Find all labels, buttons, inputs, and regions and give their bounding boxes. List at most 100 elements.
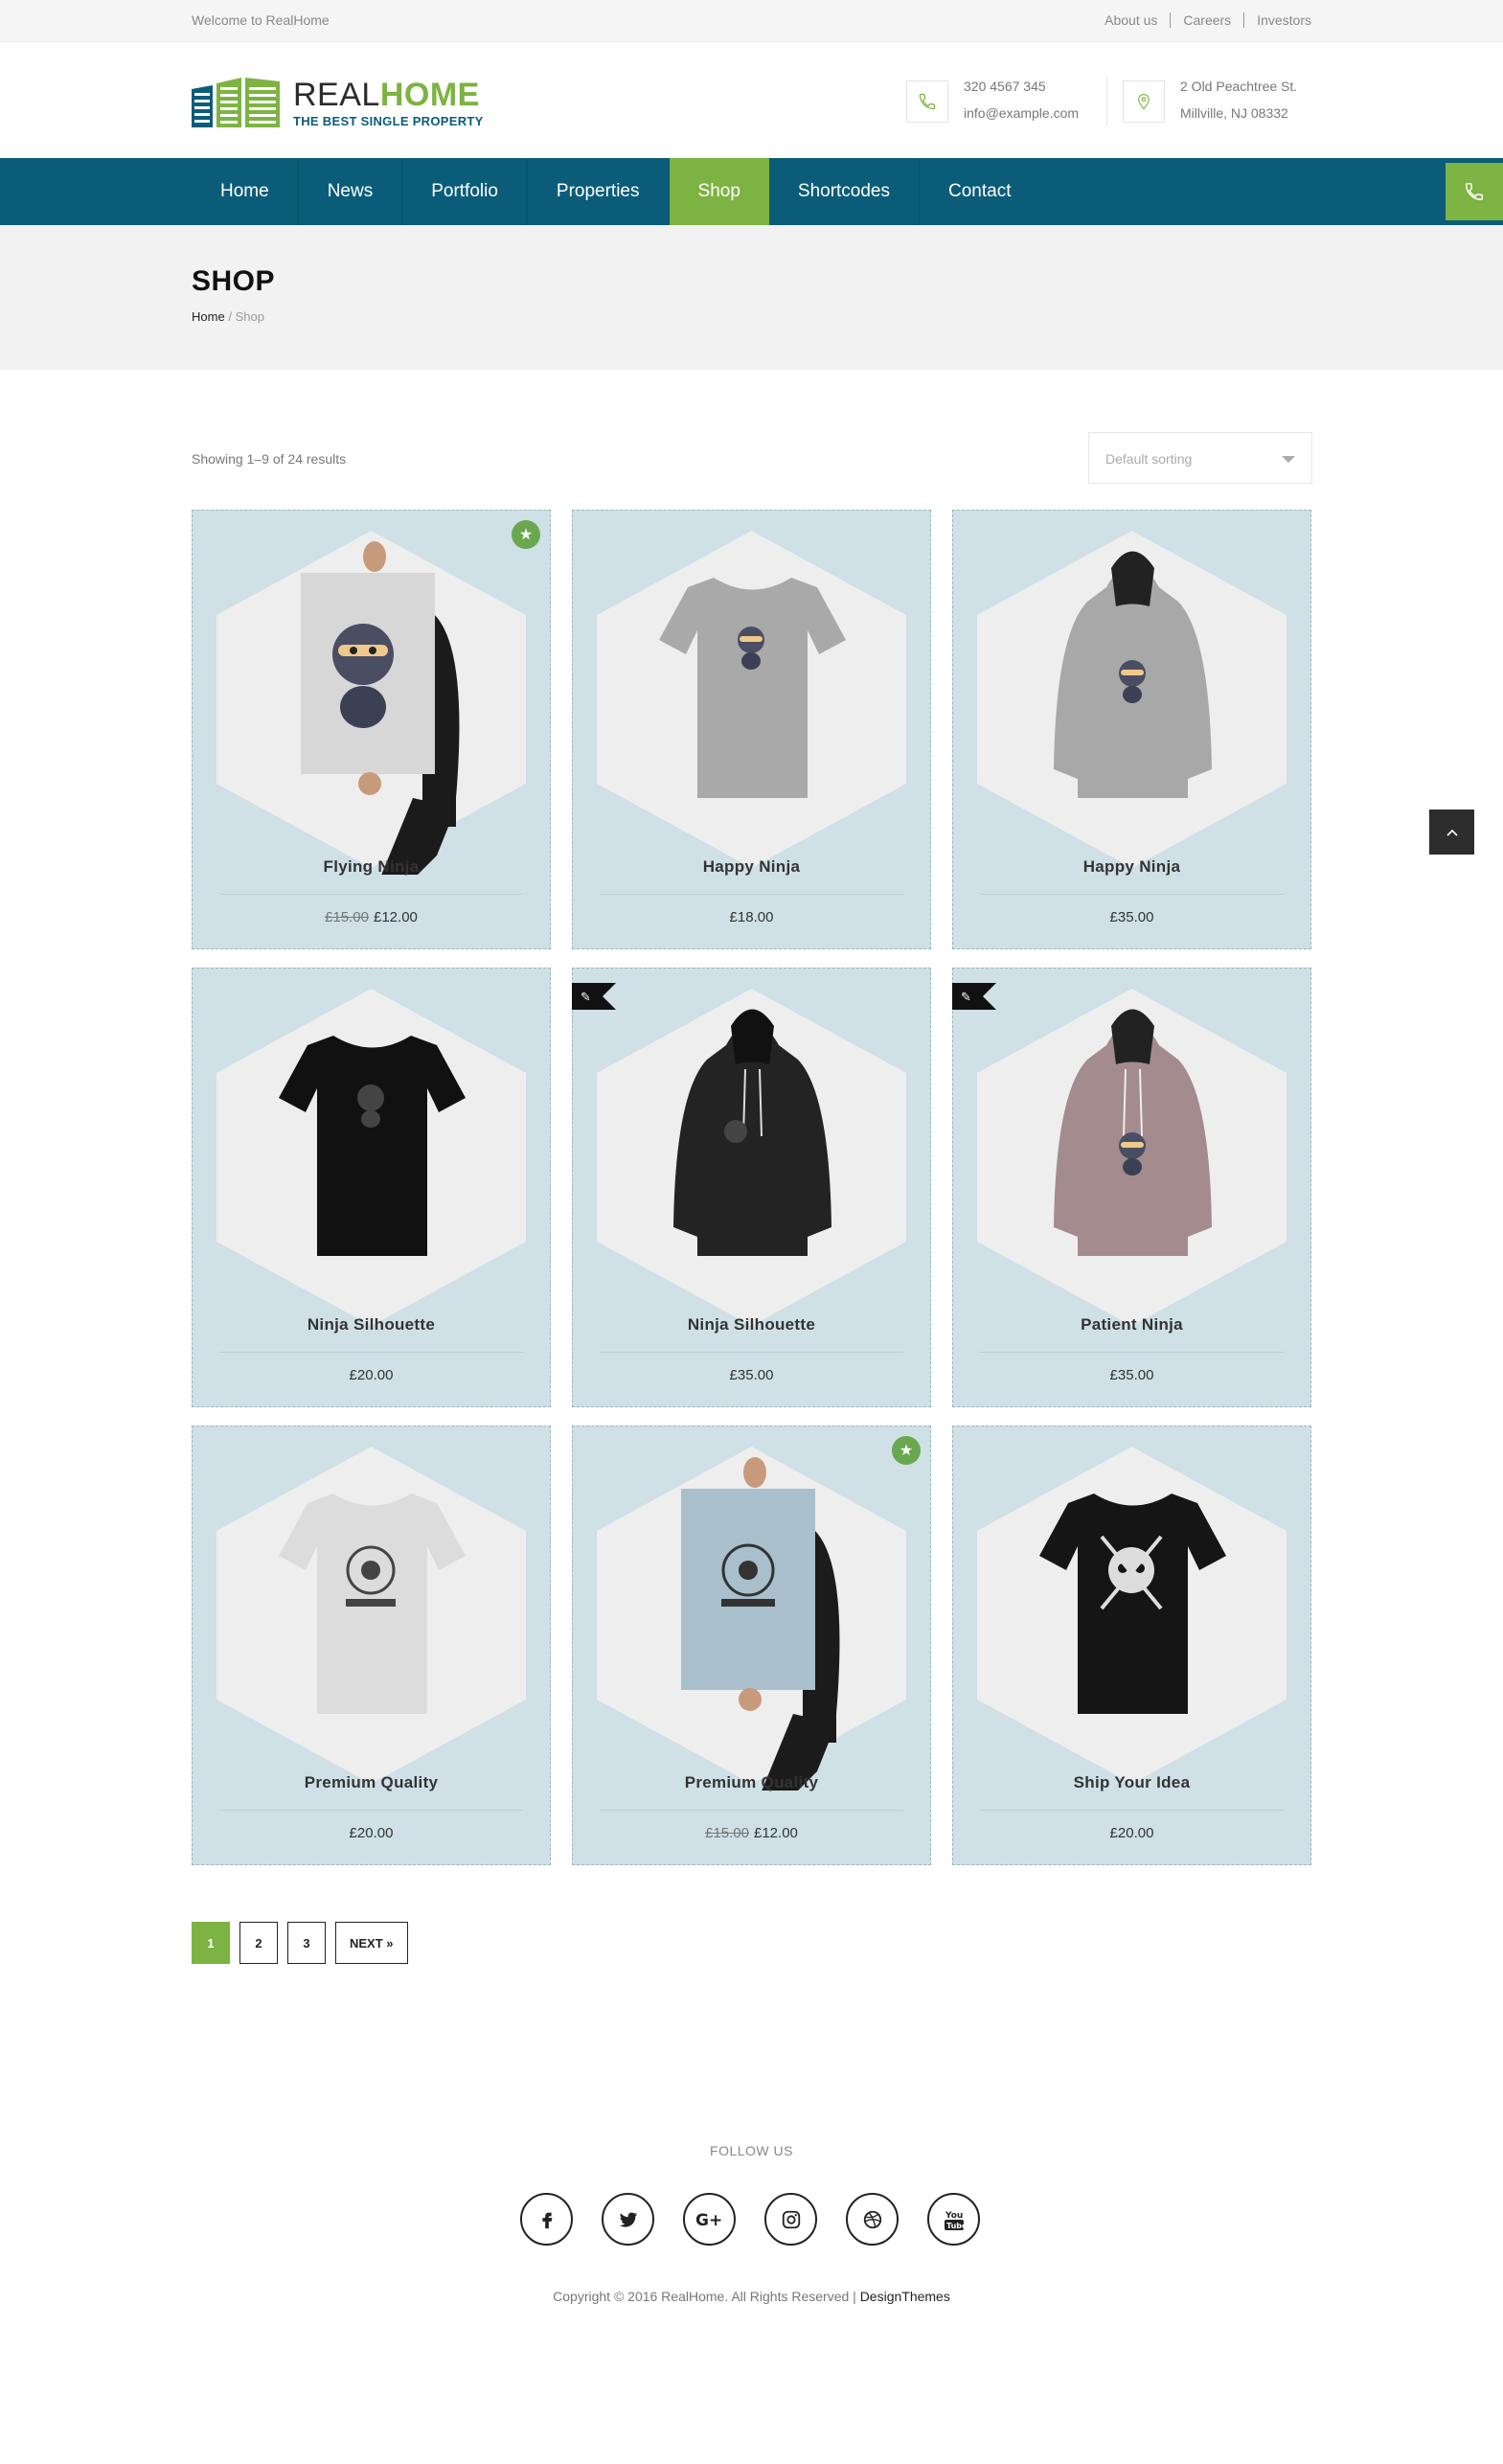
page-header: SHOP Home / Shop	[0, 225, 1503, 370]
top-bar: Welcome to RealHome About us Careers Inv…	[0, 0, 1503, 42]
logo-real: REAL	[293, 77, 380, 113]
social-links: G+ You Tube	[520, 2193, 980, 2246]
result-count: Showing 1–9 of 24 results	[192, 451, 347, 467]
product-image-poster-woo[interactable]	[573, 1426, 932, 1791]
product-image-poster-ninja[interactable]	[193, 511, 552, 875]
product-card[interactable]: Premium Quality £20.00	[192, 1426, 551, 1865]
product-name[interactable]: Ship Your Idea	[953, 1773, 1310, 1792]
product-price: £15.00 £12.00	[193, 909, 550, 925]
nav-news[interactable]: News	[299, 158, 403, 225]
email-address[interactable]: info@example.com	[964, 100, 1079, 126]
dribbble-icon[interactable]	[846, 2193, 899, 2246]
main-nav: Home News Portfolio Properties Shop Shor…	[0, 158, 1503, 225]
nav-home[interactable]: Home	[192, 158, 299, 225]
product-name[interactable]: Happy Ninja	[573, 857, 930, 877]
page-3-button[interactable]: 3	[287, 1922, 326, 1964]
google-plus-icon[interactable]: G+	[683, 2193, 736, 2246]
product-price: £35.00	[573, 1367, 930, 1383]
logo-building-icon	[192, 78, 280, 127]
nav-shop[interactable]: Shop	[669, 158, 769, 225]
current-price: £35.00	[1109, 1367, 1154, 1383]
nav-contact[interactable]: Contact	[920, 158, 1039, 225]
product-name[interactable]: Premium Quality	[573, 1773, 930, 1792]
product-card[interactable]: ★ Flying Ninja £15.00 £12.00	[192, 510, 551, 949]
card-divider	[980, 1352, 1284, 1353]
product-image-grey-hoodie[interactable]	[953, 511, 1312, 875]
page-title: SHOP	[192, 265, 276, 297]
product-name[interactable]: Ninja Silhouette	[193, 1315, 550, 1335]
next-page-button[interactable]: NEXT »	[335, 1922, 408, 1964]
logo-title: REALHOME	[293, 78, 484, 112]
header-divider	[1106, 77, 1107, 126]
svg-text:Tube: Tube	[946, 2222, 967, 2230]
product-name[interactable]: Patient Ninja	[953, 1315, 1310, 1335]
product-price: £35.00	[953, 1367, 1310, 1383]
address-line-2: Millville, NJ 08332	[1180, 105, 1288, 121]
address-line-1: 2 Old Peachtree St.	[1180, 79, 1298, 94]
product-name[interactable]: Ninja Silhouette	[573, 1315, 930, 1335]
product-image-black-tshirt[interactable]	[193, 969, 552, 1333]
product-image-grey-tshirt[interactable]	[573, 511, 932, 875]
nav-phone-button[interactable]	[1446, 163, 1503, 220]
old-price: £15.00	[325, 909, 369, 925]
investors-link[interactable]: Investors	[1243, 12, 1311, 28]
twitter-icon[interactable]	[602, 2193, 654, 2246]
product-card[interactable]: ★ Premium Quality £15.00 £12.00	[572, 1426, 931, 1865]
product-price: £20.00	[193, 1825, 550, 1841]
scroll-top-button[interactable]	[1429, 810, 1474, 855]
nav-portfolio[interactable]: Portfolio	[402, 158, 528, 225]
designthemes-link[interactable]: DesignThemes	[860, 2289, 950, 2304]
facebook-icon[interactable]	[520, 2193, 573, 2246]
product-price: £18.00	[573, 909, 930, 925]
pin-icon: ✎	[952, 983, 996, 1010]
current-price: £20.00	[1109, 1825, 1154, 1841]
breadcrumb: Home / Shop	[192, 309, 264, 324]
product-card[interactable]: Happy Ninja £18.00	[572, 510, 931, 949]
site-header: REALHOME THE BEST SINGLE PROPERTY 320 45…	[0, 42, 1503, 158]
featured-star-icon: ★	[892, 1436, 921, 1465]
current-price: £18.00	[729, 909, 774, 925]
welcome-text: Welcome to RealHome	[192, 12, 330, 28]
instagram-icon[interactable]	[764, 2193, 817, 2246]
product-name[interactable]: Happy Ninja	[953, 857, 1310, 877]
product-card[interactable]: Ship Your Idea £20.00	[952, 1426, 1311, 1865]
card-divider	[219, 1810, 523, 1811]
nav-properties[interactable]: Properties	[528, 158, 670, 225]
location-pin-icon	[1123, 80, 1165, 123]
product-card[interactable]: Ninja Silhouette £20.00	[192, 968, 551, 1407]
page-2-button[interactable]: 2	[239, 1922, 278, 1964]
card-divider	[219, 894, 523, 895]
product-card[interactable]: Happy Ninja £35.00	[952, 510, 1311, 949]
phone-number: 320 4567 345	[964, 79, 1046, 94]
product-image-pink-hoodie[interactable]	[953, 969, 1312, 1333]
card-divider	[600, 1810, 903, 1811]
pin-icon: ✎	[572, 983, 616, 1010]
svg-text:G+: G+	[695, 2211, 722, 2229]
youtube-icon[interactable]: You Tube	[927, 2193, 980, 2246]
top-links: About us Careers Investors	[1092, 12, 1311, 28]
breadcrumb-home[interactable]: Home	[192, 309, 225, 324]
chevron-down-icon	[1282, 456, 1295, 463]
product-name[interactable]: Premium Quality	[193, 1773, 550, 1792]
copyright-text: Copyright © 2016 RealHome. All Rights Re…	[553, 2289, 856, 2304]
sort-select[interactable]: Default sorting	[1088, 432, 1312, 484]
product-image-white-tshirt[interactable]	[193, 1426, 552, 1791]
sort-value: Default sorting	[1105, 451, 1193, 467]
phone-icon	[1466, 183, 1483, 200]
product-image-black-tshirt-skull[interactable]	[953, 1426, 1312, 1791]
page-1-button[interactable]: 1	[192, 1922, 230, 1964]
product-image-black-hoodie[interactable]	[573, 969, 932, 1333]
nav-shortcodes[interactable]: Shortcodes	[769, 158, 921, 225]
copyright: Copyright © 2016 RealHome. All Rights Re…	[0, 2289, 1503, 2304]
product-name[interactable]: Flying Ninja	[193, 857, 550, 877]
svg-text:✎: ✎	[961, 991, 971, 1005]
svg-text:✎: ✎	[581, 991, 591, 1005]
careers-link[interactable]: Careers	[1170, 12, 1243, 28]
site-logo[interactable]: REALHOME THE BEST SINGLE PROPERTY	[192, 78, 484, 128]
product-price: £15.00 £12.00	[573, 1825, 930, 1841]
about-us-link[interactable]: About us	[1092, 12, 1170, 28]
card-divider	[600, 1352, 903, 1353]
product-card[interactable]: ✎ Patient Ninja £35.00	[952, 968, 1311, 1407]
product-card[interactable]: ✎ Ninja Silhouette £35.00	[572, 968, 931, 1407]
featured-star-icon: ★	[512, 520, 540, 549]
